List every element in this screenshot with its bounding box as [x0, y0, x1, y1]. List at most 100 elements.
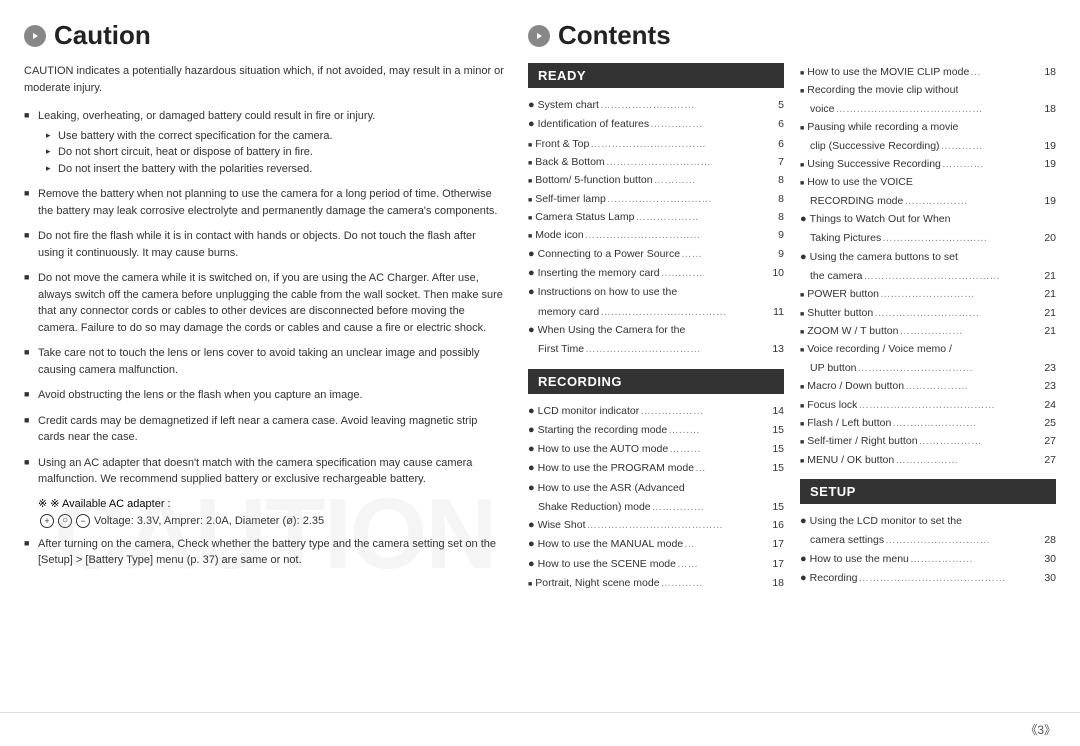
contents-header: Contents [528, 20, 1056, 51]
toc-row: ■MENU / OK button………………27 [800, 451, 1056, 469]
bullet: ● [528, 245, 535, 264]
voltage-text: Voltage: 3.3V, Amprer: 2.0A, Diameter (ø… [94, 515, 324, 527]
toc-row: ●Instructions on how to use the [528, 283, 784, 302]
bullet: ● [800, 569, 807, 588]
toc-row: ●Inserting the memory card…………10 [528, 264, 784, 283]
toc-row: ■Pausing while recording a movie [800, 118, 1056, 136]
bullet: ● [528, 115, 535, 134]
bullet: ● [528, 321, 535, 340]
caution-item-accharger: Do not move the camera while it is switc… [24, 270, 504, 336]
note-symbol: ※ [38, 498, 47, 510]
bullet: ● [528, 440, 535, 459]
caution-item-obstruct: Avoid obstructing the lens or the flash … [24, 387, 504, 404]
caution-item-lens: Take care not to touch the lens or lens … [24, 345, 504, 378]
toc-row: ●Using the LCD monitor to set the [800, 512, 1056, 531]
toc-row: ●Connecting to a Power Source……9 [528, 245, 784, 264]
bullet: ■ [800, 290, 804, 302]
minus-icon: − [76, 514, 90, 528]
toc-row: memory card………………………………11 [528, 303, 784, 321]
toc-row: ■Self-timer / Right button………………27 [800, 432, 1056, 450]
toc-row: ●When Using the Camera for the [528, 321, 784, 340]
toc-row: UP button……………………………23 [800, 359, 1056, 377]
contents-arrow-icon [528, 25, 550, 47]
toc-row: ■Camera Status Lamp………………8 [528, 208, 784, 226]
bullet: ■ [528, 176, 532, 188]
toc-row: ●How to use the ASR (Advanced [528, 479, 784, 498]
caution-item-battery: Leaking, overheating, or damaged battery… [24, 108, 504, 177]
bullet: ■ [528, 213, 532, 225]
voltage-line: + ○ − Voltage: 3.3V, Amprer: 2.0A, Diame… [40, 514, 504, 528]
toc-row: ●How to use the AUTO mode………15 [528, 440, 784, 459]
bullet: ● [528, 421, 535, 440]
page-footer: 《3》 [0, 712, 1080, 746]
caution-header: Caution [24, 20, 504, 51]
bullet: ■ [528, 158, 532, 170]
bullet: ■ [528, 140, 532, 152]
bullet: ■ [528, 579, 532, 591]
toc-row: ●Using the camera buttons to set [800, 248, 1056, 267]
caution-note: ※ ※ Available AC adapter : [24, 497, 504, 510]
caution-arrow-icon [24, 25, 46, 47]
toc-row: ●Starting the recording mode………15 [528, 421, 784, 440]
watermark: CAUTION [54, 477, 496, 592]
bullet: ■ [800, 437, 804, 449]
bullet: ● [528, 283, 535, 302]
bullet: ● [800, 550, 807, 569]
toc-row: RECORDING mode………………19 [800, 192, 1056, 210]
toc-row: First Time……………………………13 [528, 340, 784, 358]
caution-title: Caution [54, 20, 151, 51]
toc-row: ■Shutter button…………………………21 [800, 304, 1056, 322]
toc-row: ●How to use the SCENE mode……17 [528, 555, 784, 574]
toc-row: ●Wise Shot…………………………………16 [528, 516, 784, 535]
bullet: ● [528, 402, 535, 421]
caution-item-remove: Remove the battery when not planning to … [24, 186, 504, 219]
setup-header: SETUP [800, 479, 1056, 504]
right-toc-top: ■How to use the MOVIE CLIP mode…18 ■Reco… [800, 63, 1056, 469]
bullet: ● [800, 210, 807, 229]
bullet: ● [528, 535, 535, 554]
neg-icon: ○ [58, 514, 72, 528]
contents-body: READY ●System chart………………………5 ●Identific… [528, 63, 1056, 592]
caution-item-last: After turning on the camera, Check wheth… [24, 536, 504, 569]
toc-row: ■Voice recording / Voice memo / [800, 340, 1056, 358]
toc-row: the camera…………………………………21 [800, 267, 1056, 285]
bullet: ● [528, 96, 535, 115]
toc-row: ■Focus lock…………………………………24 [800, 396, 1056, 414]
bullet: ■ [528, 195, 532, 207]
recording-toc: ●LCD monitor indicator………………14 ●Starting… [528, 402, 784, 593]
toc-row: ■Bottom/ 5-function button…………8 [528, 171, 784, 189]
toc-row: ■Using Successive Recording…………19 [800, 155, 1056, 173]
contents-right-col: ■How to use the MOVIE CLIP mode…18 ■Reco… [800, 63, 1056, 592]
toc-row: ■Self-timer lamp…………………………8 [528, 190, 784, 208]
toc-row: voice……………………………………18 [800, 100, 1056, 118]
note-label: ※ Available AC adapter : [50, 498, 170, 510]
toc-row: ■Macro / Down button………………23 [800, 377, 1056, 395]
toc-row: ■How to use the MOVIE CLIP mode…18 [800, 63, 1056, 81]
ready-toc: ●System chart………………………5 ●Identification … [528, 96, 784, 359]
toc-row: ■POWER button………………………21 [800, 285, 1056, 303]
bullet: ● [528, 459, 535, 478]
recording-header: RECORDING [528, 369, 784, 394]
plus-icon: + [40, 514, 54, 528]
bullet: ■ [800, 419, 804, 431]
bullet: ● [528, 555, 535, 574]
page-number: 《3》 [1025, 723, 1056, 737]
caution-sub-item: Do not insert the battery with the polar… [46, 161, 504, 178]
bullet: ● [528, 264, 535, 283]
contents-section: Contents READY ●System chart………………………5 ●… [528, 20, 1056, 692]
toc-row: clip (Successive Recording)…………19 [800, 137, 1056, 155]
toc-row: ●Identification of features……………6 [528, 115, 784, 134]
caution-items-list: Leaking, overheating, or damaged battery… [24, 108, 504, 488]
toc-row: Taking Pictures…………………………20 [800, 229, 1056, 247]
bullet: ■ [800, 327, 804, 339]
bullet: ■ [800, 401, 804, 413]
toc-row: ■ZOOM W / T button………………21 [800, 322, 1056, 340]
contents-title: Contents [558, 20, 671, 51]
caution-section: CAUTION Caution CAUTION indicates a pote… [24, 20, 504, 692]
caution-item-adapter: Using an AC adapter that doesn't match w… [24, 455, 504, 488]
bullet: ■ [528, 231, 532, 243]
bullet: ● [800, 248, 807, 267]
toc-row: ●How to use the menu………………30 [800, 550, 1056, 569]
ready-header: READY [528, 63, 784, 88]
caution-sub-list: Use battery with the correct specificati… [46, 128, 504, 178]
